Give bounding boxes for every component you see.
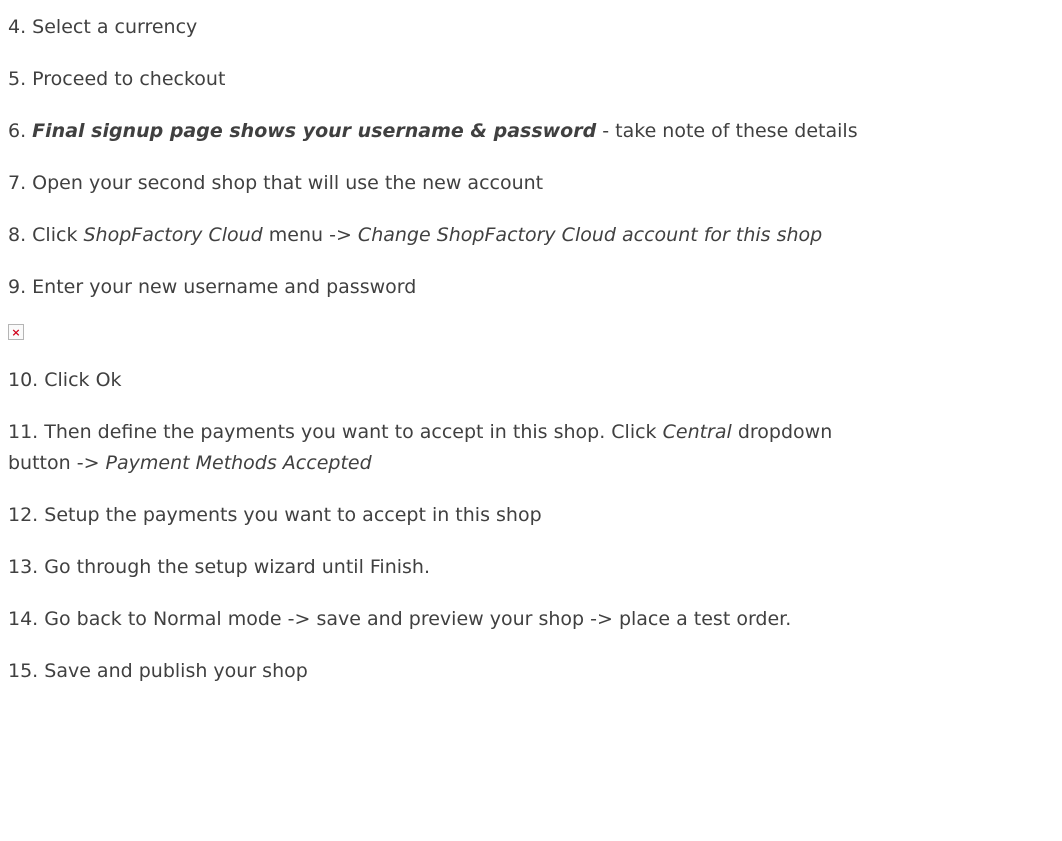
- step-4: 4. Select a currency: [8, 16, 198, 38]
- step-10: 10. Click Ok: [8, 369, 122, 391]
- broken-image-icon: ×: [8, 324, 24, 340]
- dropdown-name: Central: [662, 421, 732, 443]
- step-8: 8. Click ShopFactory Cloud menu -> Chang…: [8, 224, 823, 246]
- step-12: 12. Setup the payments you want to accep…: [8, 504, 542, 526]
- article-body: 4. Select a currency 5. Proceed to check…: [8, 12, 1058, 708]
- step-7: 7. Open your second shop that will use t…: [8, 172, 544, 194]
- step-6-emphasis: Final signup page shows your username & …: [32, 120, 597, 142]
- menu-name: ShopFactory Cloud: [83, 224, 263, 246]
- menu-item-name: Change ShopFactory Cloud account for thi…: [357, 224, 823, 246]
- step-5: 5. Proceed to checkout: [8, 68, 226, 90]
- step-11: 11. Then define the payments you want to…: [8, 421, 833, 474]
- dropdown-item-name: Payment Methods Accepted: [105, 452, 372, 474]
- step-14: 14. Go back to Normal mode -> save and p…: [8, 608, 792, 630]
- step-15: 15. Save and publish your shop: [8, 660, 308, 682]
- step-9: 9. Enter your new username and password: [8, 276, 417, 298]
- step-13: 13. Go through the setup wizard until Fi…: [8, 556, 431, 578]
- step-6: 6. Final signup page shows your username…: [8, 120, 858, 142]
